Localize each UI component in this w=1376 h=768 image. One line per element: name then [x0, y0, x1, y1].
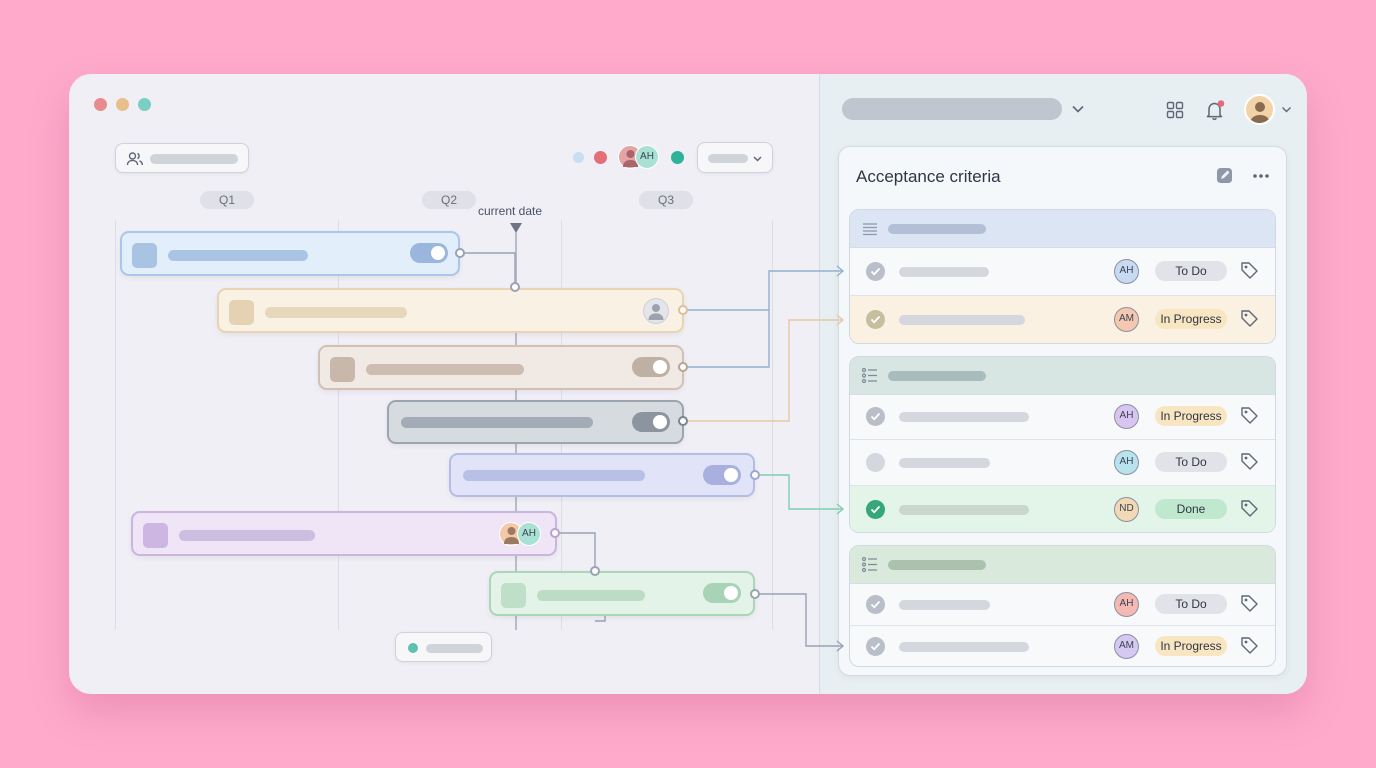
app-window: AH Q1 Q2 Q3 current date AH Acceptance c… — [69, 74, 1307, 694]
connector-arrowheads — [819, 265, 845, 652]
